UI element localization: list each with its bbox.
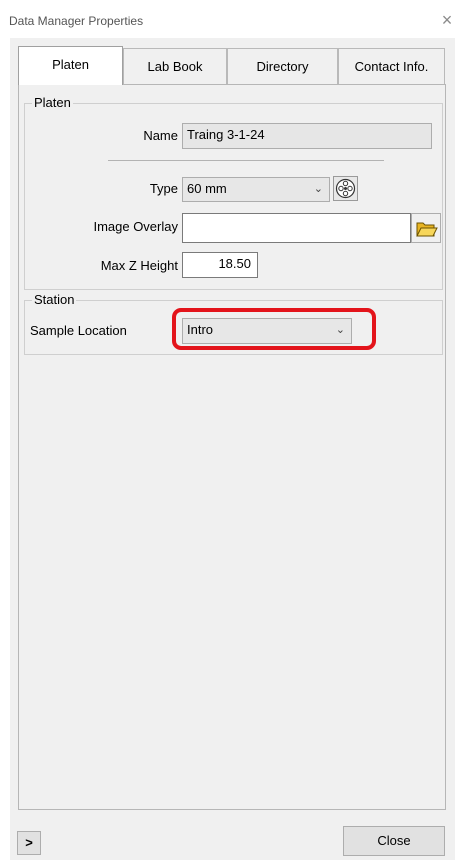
separator [108,160,384,161]
platen-group-title: Platen [32,95,73,110]
type-value: 60 mm [187,181,227,196]
image-overlay-field[interactable] [182,213,411,243]
tab-directory[interactable]: Directory [227,48,338,84]
platen-type-icon[interactable] [333,176,358,201]
tab-lab-book[interactable]: Lab Book [123,48,227,84]
sample-location-label: Sample Location [30,323,127,338]
tab-contact-info[interactable]: Contact Info. [338,48,445,84]
close-button[interactable]: Close [343,826,445,856]
close-icon[interactable]: × [436,9,458,31]
expand-icon[interactable]: > [17,831,41,855]
window-title: Data Manager Properties [9,14,144,28]
type-dropdown[interactable]: 60 mm ⌄ [182,177,330,202]
tab-platen[interactable]: Platen [18,46,123,85]
name-field[interactable]: Traing 3-1-24 [182,123,432,149]
open-folder-icon[interactable] [411,213,441,243]
highlight-annotation [172,308,376,350]
station-group-title: Station [32,292,77,307]
chevron-down-icon: ⌄ [313,183,323,195]
image-overlay-label: Image Overlay [93,219,178,234]
max-z-height-field[interactable]: 18.50 [182,252,258,278]
name-label: Name [143,128,178,143]
type-label: Type [149,181,178,196]
max-z-height-label: Max Z Height [100,258,178,273]
